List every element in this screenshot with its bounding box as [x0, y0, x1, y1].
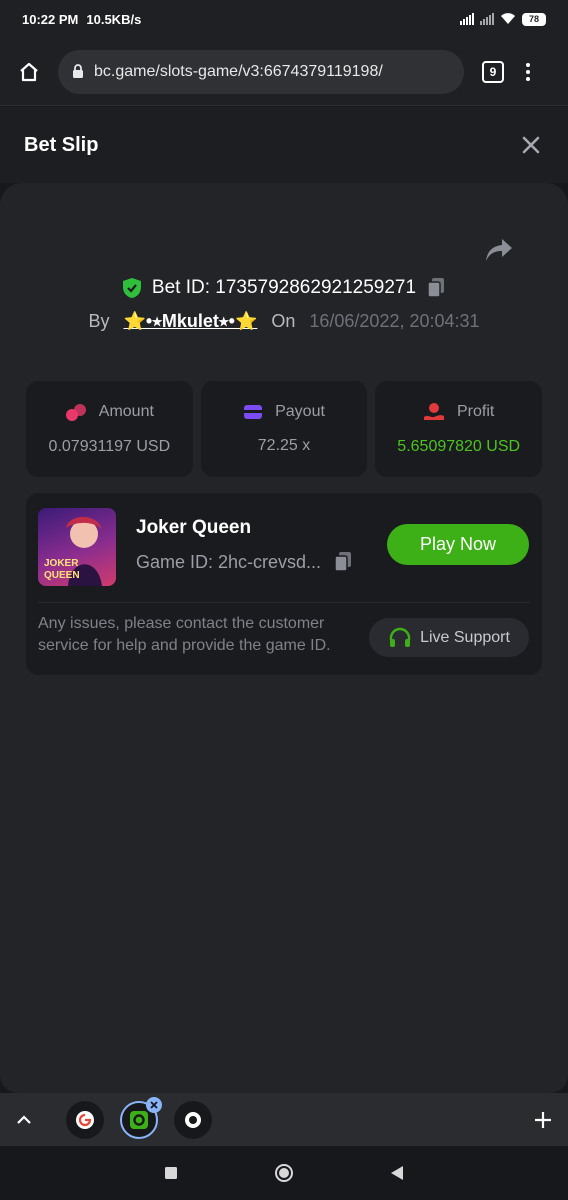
status-time: 10:22 PM: [22, 11, 79, 27]
bet-slip-panel: Bet ID: 1735792862921259271 By ⭐•⭒Mkulet…: [0, 183, 568, 1093]
stat-value: 72.25 x: [257, 437, 311, 454]
url-text: bc.game/slots-game/v3:6674379119198/: [94, 62, 383, 80]
payout-icon: [244, 405, 263, 419]
shield-check-icon: [122, 278, 141, 298]
stat-label: Amount: [98, 403, 154, 420]
copy-game-id-icon[interactable]: [333, 551, 353, 573]
lock-icon: [73, 64, 83, 78]
status-icons: 78: [460, 12, 546, 26]
tab-close-button[interactable]: [146, 1096, 162, 1113]
tab-strip: [0, 1093, 568, 1146]
home-button[interactable]: [12, 55, 46, 89]
game-thumbnail[interactable]: JOKER QUEEN: [38, 508, 116, 586]
close-icon: [150, 1100, 158, 1109]
new-tab-button[interactable]: [534, 1106, 552, 1134]
headset-icon: [389, 627, 411, 647]
back-icon[interactable]: [390, 1165, 404, 1181]
bet-meta-row: By ⭐•⭒Mkulet⭒•⭐ On 16/06/2022, 20:04:31: [0, 311, 568, 332]
browser-menu-button[interactable]: [526, 62, 530, 81]
stat-profit: Profit 5.65097820 USD: [375, 381, 543, 477]
tab-google[interactable]: [66, 1100, 104, 1139]
close-icon: [522, 136, 540, 154]
address-bar[interactable]: bc.game/slots-game/v3:6674379119198/: [58, 49, 464, 94]
page-title: Bet Slip: [24, 133, 99, 156]
live-support-button[interactable]: Live Support: [369, 618, 529, 657]
divider: [38, 602, 530, 603]
game-name[interactable]: Joker Queen: [136, 517, 251, 539]
chevron-up-icon[interactable]: [16, 1114, 32, 1125]
browser-toolbar: bc.game/slots-game/v3:6674379119198/ 9: [0, 38, 568, 106]
tab-switcher-button[interactable]: 9: [482, 60, 504, 83]
globe-icon: [185, 1111, 201, 1128]
game-id-row: Game ID: 2hc-crevsd...: [136, 551, 353, 573]
google-icon: [76, 1110, 94, 1129]
tab-other[interactable]: [174, 1100, 212, 1139]
thumb-text-1: JOKER: [44, 558, 79, 569]
bet-id-row: Bet ID: 1735792862921259271: [0, 277, 568, 299]
share-icon: [486, 239, 512, 261]
game-card: JOKER QUEEN Joker Queen Game ID: 2hc-cre…: [26, 493, 542, 675]
profit-icon: [424, 403, 444, 420]
network-speed: 10.5KB/s: [86, 11, 142, 27]
live-support-label: Live Support: [420, 628, 510, 646]
page-header: Bet Slip: [0, 107, 568, 183]
stat-value: 5.65097820 USD: [397, 438, 521, 455]
support-info-text: Any issues, please contact the customer …: [38, 615, 331, 654]
plus-icon: [535, 1111, 551, 1128]
copy-icon[interactable]: [426, 277, 446, 299]
by-label: By: [88, 311, 110, 331]
share-button[interactable]: [484, 237, 516, 265]
signal-icon-2: [480, 13, 494, 25]
home-nav-icon[interactable]: [274, 1163, 294, 1183]
thumb-text-2: QUEEN: [44, 570, 80, 581]
play-now-button[interactable]: Play Now: [387, 524, 529, 565]
stat-value: 0.07931197 USD: [48, 438, 171, 455]
game-id: Game ID: 2hc-crevsd...: [136, 551, 322, 572]
stat-label: Payout: [275, 403, 325, 420]
home-icon: [20, 62, 38, 81]
signal-icon: [460, 13, 474, 25]
bcgame-icon: [130, 1110, 148, 1129]
game-art: JOKER QUEEN: [44, 517, 102, 586]
tab-bcgame[interactable]: [120, 1096, 162, 1139]
on-label: On: [271, 311, 296, 331]
bet-id: Bet ID: 1735792862921259271: [151, 277, 417, 298]
stat-label: Profit: [457, 403, 495, 420]
user-link[interactable]: ⭐•⭒Mkulet⭒•⭐: [123, 311, 257, 332]
system-nav-bar: [0, 1146, 568, 1200]
status-bar: 10:22 PM 10.5KB/s 78: [0, 0, 568, 38]
stat-payout: Payout 72.25 x: [200, 381, 368, 477]
stat-amount: Amount 0.07931197 USD: [26, 381, 193, 477]
more-icon: [526, 62, 530, 67]
battery-icon: 78: [522, 12, 546, 26]
bet-date: 16/06/2022, 20:04:31: [309, 311, 480, 331]
wifi-icon: [501, 13, 515, 24]
amount-icon: [65, 404, 86, 421]
recents-icon[interactable]: [164, 1166, 178, 1180]
close-button[interactable]: [518, 132, 544, 158]
bet-stats: Amount 0.07931197 USD Payout 72.25 x Pro…: [26, 381, 543, 477]
